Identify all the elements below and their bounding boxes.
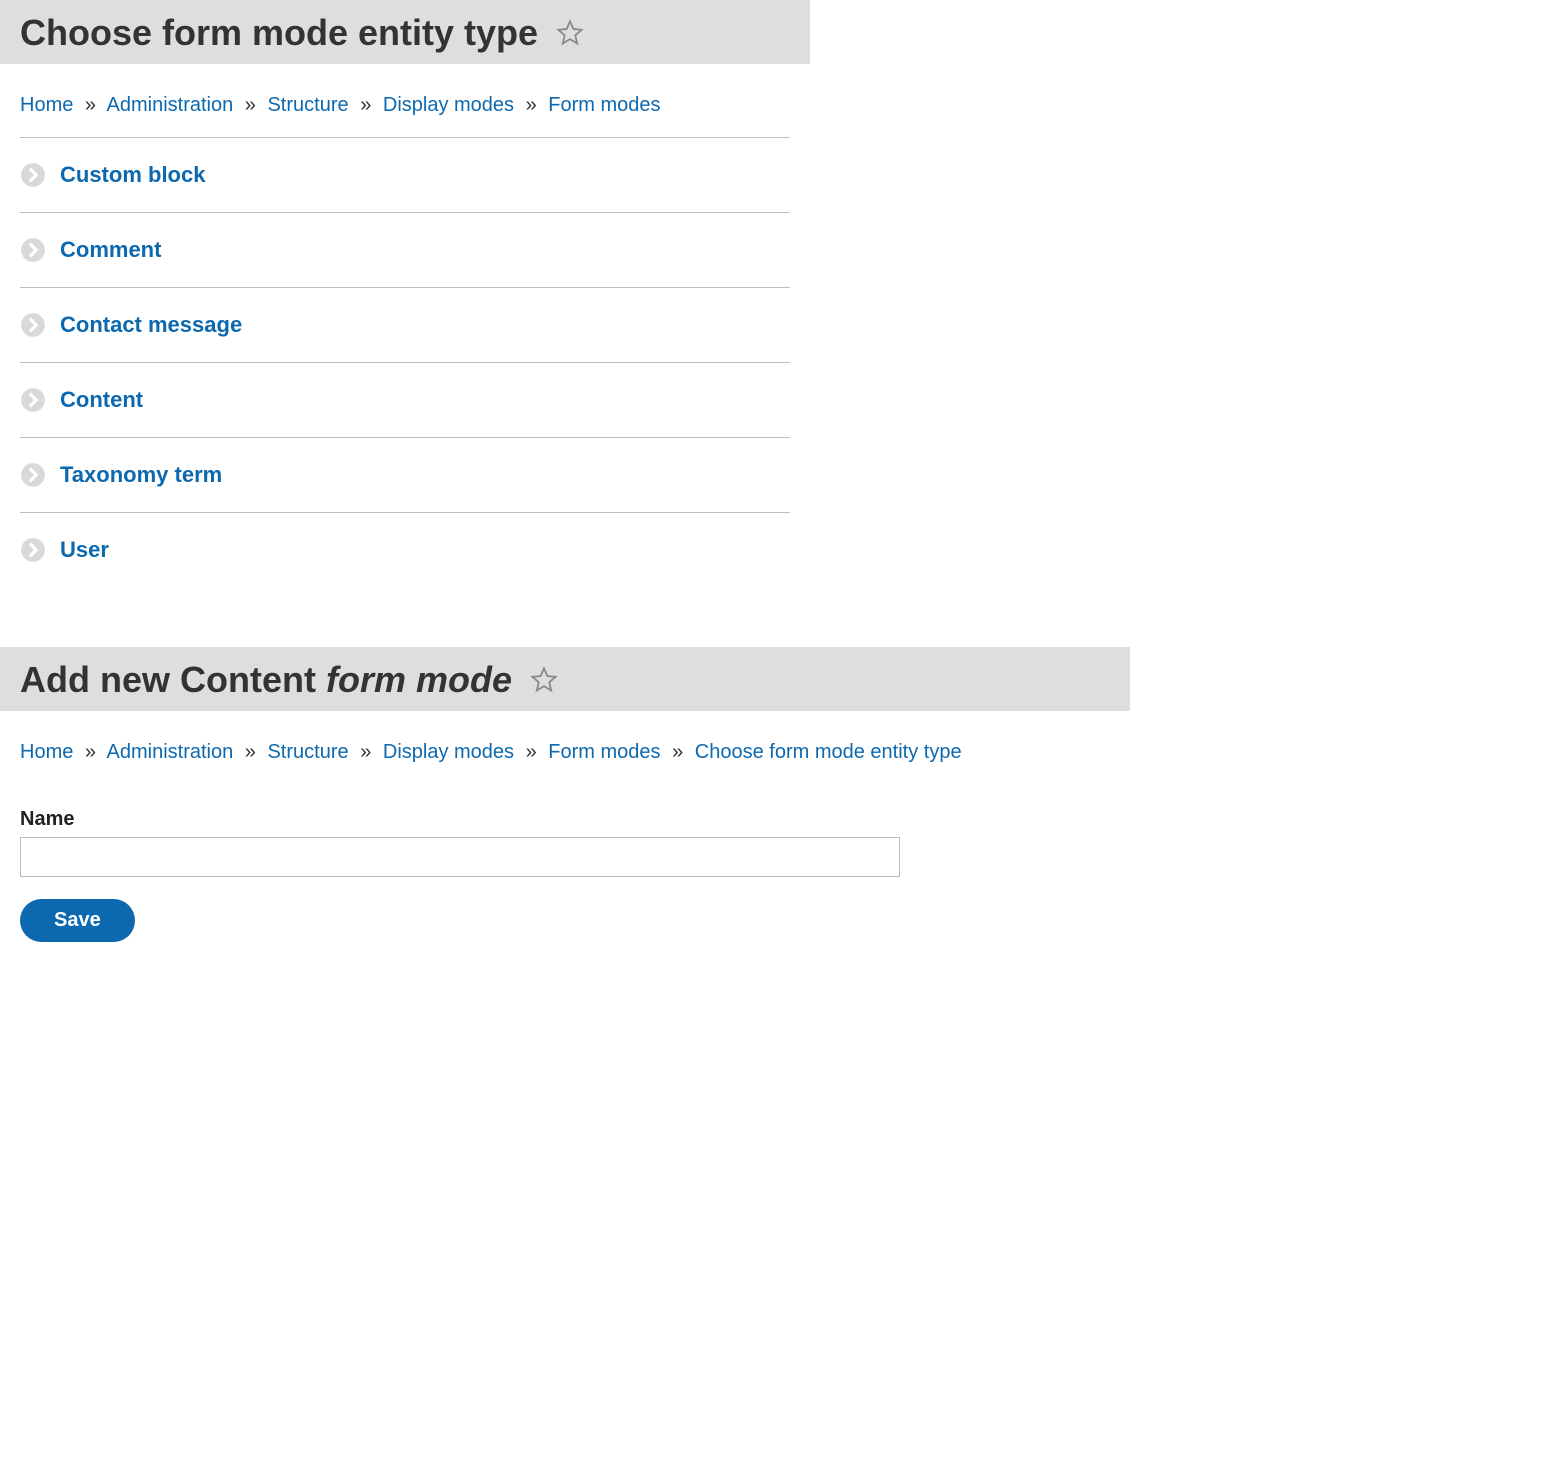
page-title-bar: Add new Content form mode <box>0 647 1130 711</box>
entity-type-item-custom-block[interactable]: Custom block <box>20 137 790 212</box>
chevron-right-icon <box>20 387 46 413</box>
chevron-right-icon <box>20 237 46 263</box>
star-outline-icon[interactable] <box>556 19 584 47</box>
breadcrumb-link-structure[interactable]: Structure <box>267 741 348 763</box>
chevron-right-icon <box>20 312 46 338</box>
save-button[interactable]: Save <box>20 899 135 942</box>
page-title-prefix: Add new Content <box>20 659 326 700</box>
entity-type-link[interactable]: Taxonomy term <box>60 462 222 488</box>
chevron-right-icon <box>20 162 46 188</box>
breadcrumb-separator: » <box>520 94 543 116</box>
breadcrumb-link-administration[interactable]: Administration <box>107 94 234 116</box>
breadcrumb-separator: » <box>354 741 377 763</box>
breadcrumb-separator: » <box>354 94 377 116</box>
entity-type-item-taxonomy-term[interactable]: Taxonomy term <box>20 437 790 512</box>
page-title: Choose form mode entity type <box>20 12 538 54</box>
breadcrumb-link-form-modes[interactable]: Form modes <box>548 94 660 116</box>
breadcrumb-link-choose-entity-type[interactable]: Choose form mode entity type <box>695 741 962 763</box>
entity-type-item-content[interactable]: Content <box>20 362 790 437</box>
entity-type-item-comment[interactable]: Comment <box>20 212 790 287</box>
entity-type-item-contact-message[interactable]: Contact message <box>20 287 790 362</box>
entity-type-list: Custom block Comment Contact message Con… <box>0 137 810 587</box>
breadcrumb: Home » Administration » Structure » Disp… <box>0 64 810 137</box>
entity-type-link[interactable]: User <box>60 537 109 563</box>
page-title: Add new Content form mode <box>20 659 512 701</box>
breadcrumb: Home » Administration » Structure » Disp… <box>0 711 1546 784</box>
entity-type-item-user[interactable]: User <box>20 512 790 587</box>
entity-type-link[interactable]: Comment <box>60 237 161 263</box>
breadcrumb-separator: » <box>79 94 102 116</box>
breadcrumb-separator: » <box>239 741 262 763</box>
breadcrumb-separator: » <box>79 741 102 763</box>
breadcrumb-link-form-modes[interactable]: Form modes <box>548 741 660 763</box>
page-title-bar: Choose form mode entity type <box>0 0 810 64</box>
form-mode-form: Name Save <box>0 808 1546 942</box>
page-title-italic: form mode <box>326 659 512 700</box>
breadcrumb-link-display-modes[interactable]: Display modes <box>383 741 514 763</box>
breadcrumb-link-structure[interactable]: Structure <box>267 94 348 116</box>
entity-type-link[interactable]: Contact message <box>60 312 242 338</box>
breadcrumb-separator: » <box>666 741 689 763</box>
entity-type-link[interactable]: Custom block <box>60 162 205 188</box>
add-form-mode-section: Add new Content form mode Home » Adminis… <box>0 647 1546 942</box>
choose-entity-type-section: Choose form mode entity type Home » Admi… <box>0 0 1546 587</box>
breadcrumb-link-display-modes[interactable]: Display modes <box>383 94 514 116</box>
breadcrumb-separator: » <box>239 94 262 116</box>
entity-type-link[interactable]: Content <box>60 387 143 413</box>
chevron-right-icon <box>20 462 46 488</box>
breadcrumb-separator: » <box>520 741 543 763</box>
name-label: Name <box>20 808 1526 831</box>
breadcrumb-link-home[interactable]: Home <box>20 94 73 116</box>
chevron-right-icon <box>20 537 46 563</box>
name-field[interactable] <box>20 837 900 877</box>
breadcrumb-link-home[interactable]: Home <box>20 741 73 763</box>
breadcrumb-link-administration[interactable]: Administration <box>107 741 234 763</box>
star-outline-icon[interactable] <box>530 666 558 694</box>
